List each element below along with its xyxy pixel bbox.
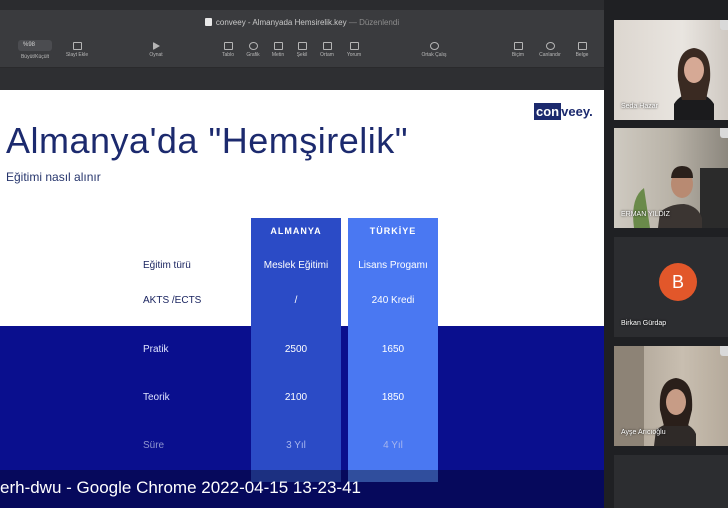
avatar: B: [659, 263, 697, 301]
editor-background: [0, 68, 604, 90]
participant-name: Seda Hazar: [621, 103, 658, 110]
table-label: Tablo: [222, 52, 234, 58]
conveey-logo: con veey.: [534, 103, 593, 122]
cell-germany: Meslek Eğitimi: [263, 260, 329, 271]
row-label: Eğitim türü: [143, 260, 191, 271]
animate-label: Canlandır: [539, 52, 561, 58]
zoom-button[interactable]: Büyüt/Küçült: [20, 54, 50, 60]
cell-germany: 2100: [284, 392, 308, 403]
title-app: conveey -: [215, 18, 253, 27]
document-icon: [204, 18, 212, 26]
format-button[interactable]: Biçim: [503, 40, 533, 58]
document-panel-icon: [577, 42, 587, 50]
add-slide-button[interactable]: Slayt Ekle: [62, 40, 92, 58]
participant-tile[interactable]: Seda Hazar: [614, 20, 728, 120]
tile-corner-indicator: [720, 20, 728, 30]
zoom-select[interactable]: %98: [18, 40, 52, 51]
cell-turkey: 240 Kredi: [371, 295, 415, 306]
format-brush-icon: [513, 42, 523, 50]
shape-label: Şekil: [296, 52, 308, 58]
collaborate-label: Ortak Çalış: [421, 52, 447, 58]
column-header-germany: ALMANYA: [270, 226, 322, 236]
slide-canvas[interactable]: Almanya'da "Hemşirelik" Eğitimi nasıl al…: [0, 90, 604, 508]
cell-turkey: 1850: [381, 392, 405, 403]
logo-part-b: veey.: [561, 104, 593, 119]
media-label: Ortam: [320, 52, 334, 58]
table-icon: [223, 42, 233, 50]
tile-corner-indicator: [720, 128, 728, 138]
format-label: Biçim: [511, 52, 525, 58]
comment-icon: [349, 42, 359, 50]
participant-tile[interactable]: [614, 455, 728, 508]
participant-tile[interactable]: B Birkan Gürdap: [614, 237, 728, 337]
screen: conveey - Almanyada Hemsirelik.key — Düz…: [0, 0, 728, 508]
text-icon: [273, 42, 283, 50]
row-label: Pratik: [143, 344, 169, 355]
add-slide-icon: [72, 42, 82, 50]
comment-label: Yorum: [346, 52, 362, 58]
play-icon: [152, 42, 160, 50]
tile-corner-indicator: [720, 346, 728, 356]
add-slide-label: Slayt Ekle: [65, 52, 89, 58]
title-file: Almanyada Hemsirelik.key: [252, 18, 347, 27]
participant-name: Ayşe Arıcıoğlu: [621, 429, 666, 436]
text-label: Metin: [271, 52, 285, 58]
cell-germany: 2500: [284, 344, 308, 355]
participant-name: Birkan Gürdap: [621, 320, 667, 327]
animate-icon: [545, 42, 555, 50]
shape-icon: [297, 42, 307, 50]
participant-tile[interactable]: Ayşe Arıcıoğlu: [614, 346, 728, 446]
animate-button[interactable]: Canlandır: [535, 40, 565, 58]
play-label: Oynat: [149, 52, 163, 58]
row-label: AKTS /ECTS: [143, 295, 202, 306]
chart-label: Grafik: [246, 52, 260, 58]
comment-button[interactable]: Yorum: [339, 40, 369, 58]
media-button[interactable]: Ortam: [312, 40, 342, 58]
recording-caption: erh-dwu - Google Chrome 2022-04-15 13-23…: [0, 478, 361, 497]
play-button[interactable]: Oynat: [141, 40, 171, 58]
title-edited: — Düzenlendi: [346, 18, 400, 27]
document-button[interactable]: Belge: [567, 40, 597, 58]
cell-turkey: 4 Yıl: [383, 440, 403, 451]
zoom-label: Büyüt/Küçült: [20, 54, 50, 60]
window-title: conveey - Almanyada Hemsirelik.key — Düz…: [0, 18, 604, 27]
collaborate-icon: [429, 42, 439, 50]
cell-turkey: Lisans Progamı: [358, 260, 428, 271]
row-label: Teorik: [143, 392, 170, 403]
media-icon: [322, 42, 332, 50]
row-label: Süre: [143, 440, 165, 451]
cell-germany: /: [294, 295, 298, 306]
zoom-value: %98: [23, 42, 36, 48]
cell-germany: 3 Yıl: [286, 440, 306, 451]
collaborate-button[interactable]: Ortak Çalış: [419, 40, 449, 58]
column-header-turkey: TÜRKİYE: [369, 226, 417, 236]
chart-icon: [248, 42, 258, 50]
logo-part-a: con: [534, 103, 562, 120]
cell-turkey: 1650: [381, 344, 405, 355]
window-top-strip: [0, 0, 604, 10]
panel-divider: [604, 0, 612, 508]
slide-subtitle: Eğitimi nasıl alınır: [6, 170, 101, 184]
participant-name: ERMAN YILDIZ: [621, 211, 670, 218]
document-label: Belge: [575, 52, 589, 58]
slide-title: Almanya'da "Hemşirelik": [6, 120, 409, 161]
participant-tile[interactable]: ERMAN YILDIZ: [614, 128, 728, 228]
